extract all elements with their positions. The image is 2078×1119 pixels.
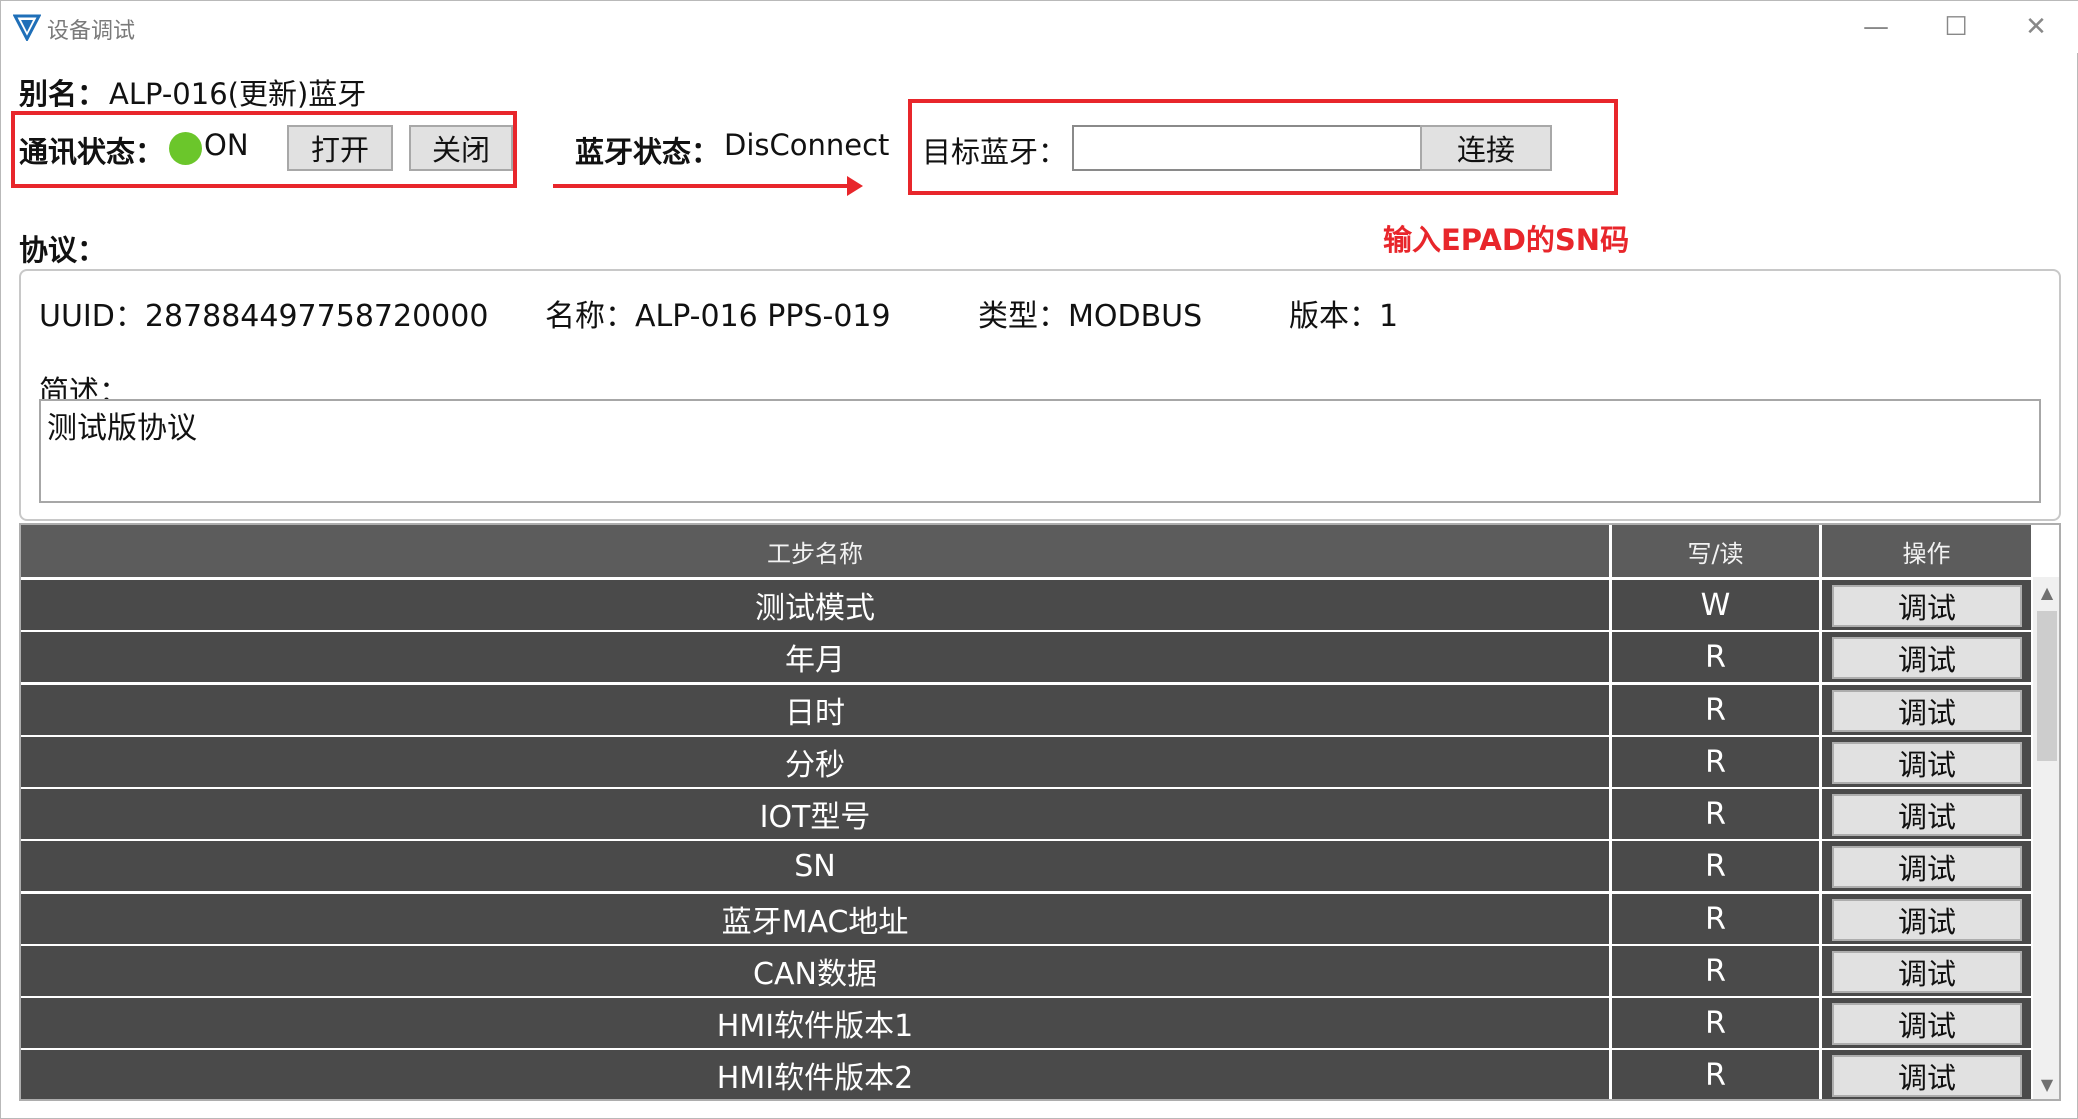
alias-value: ALP-016(更新)蓝牙: [109, 77, 367, 111]
title-bar: 设备调试 — ☐ ✕: [1, 1, 2078, 53]
read-write-cell: R: [1612, 685, 1819, 735]
debug-button[interactable]: 调试: [1832, 1055, 2022, 1097]
device-debug-window: 设备调试 — ☐ ✕ 别名： ALP-016(更新)蓝牙 通讯状态： ON 打开…: [0, 0, 2078, 1119]
status-indicator-icon: [169, 132, 202, 165]
debug-button[interactable]: 调试: [1832, 690, 2022, 732]
close-button[interactable]: 关闭: [409, 125, 513, 171]
step-name-cell: HMI软件版本1: [21, 998, 1609, 1048]
table-row[interactable]: 测试模式 W 调试: [21, 580, 2031, 630]
target-bluetooth-label: 目标蓝牙：: [922, 135, 1068, 169]
table-row[interactable]: HMI软件版本1 R 调试: [21, 998, 2031, 1048]
read-write-cell: R: [1612, 737, 1819, 787]
debug-button[interactable]: 调试: [1832, 637, 2022, 679]
operation-cell: 调试: [1822, 789, 2031, 839]
protocol-label: 协议：: [19, 233, 107, 267]
debug-button[interactable]: 调试: [1832, 1003, 2022, 1045]
annotation-arrow-head: [847, 176, 863, 196]
operation-cell: 调试: [1822, 580, 2031, 630]
window-title: 设备调试: [47, 19, 136, 44]
protocol-uuid: UUID：287884497758720000: [39, 299, 489, 334]
step-name-cell: 测试模式: [21, 580, 1609, 630]
read-write-cell: R: [1612, 998, 1819, 1048]
step-name-cell: SN: [21, 841, 1609, 891]
read-write-cell: R: [1612, 841, 1819, 891]
operation-cell: 调试: [1822, 632, 2031, 682]
debug-button[interactable]: 调试: [1832, 899, 2022, 941]
debug-button[interactable]: 调试: [1832, 585, 2022, 627]
description-textarea[interactable]: 测试版协议: [39, 399, 2041, 503]
debug-button[interactable]: 调试: [1832, 794, 2022, 836]
table-row[interactable]: 蓝牙MAC地址 R 调试: [21, 894, 2031, 944]
annotation-text: 输入EPAD的SN码: [1383, 223, 1630, 257]
target-bluetooth-input[interactable]: [1072, 125, 1422, 171]
step-name-cell: CAN数据: [21, 946, 1609, 996]
steps-table: 工步名称 写/读 操作 测试模式 W 调试 年月 R 调试 日时 R 调试 分秒 R 调试 IOT型号 R…: [19, 523, 2061, 1101]
operation-cell: 调试: [1822, 737, 2031, 787]
scroll-down-icon[interactable]: ▼: [2033, 1069, 2059, 1099]
operation-cell: 调试: [1822, 946, 2031, 996]
close-window-button[interactable]: ✕: [1996, 1, 2076, 53]
read-write-cell: W: [1612, 580, 1819, 630]
protocol-type: 类型：MODBUS: [978, 299, 1203, 334]
read-write-cell: R: [1612, 789, 1819, 839]
read-write-cell: R: [1612, 894, 1819, 944]
operation-cell: 调试: [1822, 998, 2031, 1048]
minimize-button[interactable]: —: [1836, 1, 1916, 53]
step-name-cell: 蓝牙MAC地址: [21, 894, 1609, 944]
step-name-cell: 分秒: [21, 737, 1609, 787]
read-write-cell: R: [1612, 946, 1819, 996]
comm-status-value: ON: [204, 128, 249, 162]
table-scrollbar[interactable]: ▲ ▼: [2033, 577, 2059, 1099]
table-row[interactable]: 分秒 R 调试: [21, 737, 2031, 787]
table-row[interactable]: CAN数据 R 调试: [21, 946, 2031, 996]
bluetooth-status-label: 蓝牙状态：: [575, 135, 721, 169]
protocol-name: 名称：ALP-016 PPS-019: [545, 299, 891, 334]
step-name-cell: 年月: [21, 632, 1609, 682]
connect-button[interactable]: 连接: [1420, 125, 1552, 171]
open-button[interactable]: 打开: [287, 125, 393, 171]
read-write-cell: R: [1612, 632, 1819, 682]
annotation-arrow: [553, 184, 853, 188]
debug-button[interactable]: 调试: [1832, 951, 2022, 993]
comm-status-label: 通讯状态：: [19, 135, 165, 169]
table-header: 工步名称 写/读 操作: [21, 525, 2031, 577]
header-read-write[interactable]: 写/读: [1612, 525, 1819, 577]
bluetooth-status-value: DisConnect: [724, 128, 890, 162]
table-row[interactable]: HMI软件版本2 R 调试: [21, 1050, 2031, 1099]
step-name-cell: HMI软件版本2: [21, 1050, 1609, 1099]
read-write-cell: R: [1612, 1050, 1819, 1099]
scroll-thumb[interactable]: [2037, 611, 2057, 761]
operation-cell: 调试: [1822, 894, 2031, 944]
operation-cell: 调试: [1822, 841, 2031, 891]
scroll-up-icon[interactable]: ▲: [2033, 577, 2059, 607]
app-logo-icon: [13, 14, 41, 41]
table-row[interactable]: 年月 R 调试: [21, 632, 2031, 682]
protocol-version: 版本：1: [1289, 299, 1399, 334]
step-name-cell: 日时: [21, 685, 1609, 735]
operation-cell: 调试: [1822, 685, 2031, 735]
table-row[interactable]: 日时 R 调试: [21, 685, 2031, 735]
debug-button[interactable]: 调试: [1832, 742, 2022, 784]
table-row[interactable]: SN R 调试: [21, 841, 2031, 891]
step-name-cell: IOT型号: [21, 789, 1609, 839]
alias-label: 别名：: [19, 77, 107, 111]
table-row[interactable]: IOT型号 R 调试: [21, 789, 2031, 839]
header-operation[interactable]: 操作: [1822, 525, 2031, 577]
debug-button[interactable]: 调试: [1832, 846, 2022, 888]
maximize-button[interactable]: ☐: [1916, 1, 1996, 53]
header-step-name[interactable]: 工步名称: [21, 525, 1609, 577]
operation-cell: 调试: [1822, 1050, 2031, 1099]
